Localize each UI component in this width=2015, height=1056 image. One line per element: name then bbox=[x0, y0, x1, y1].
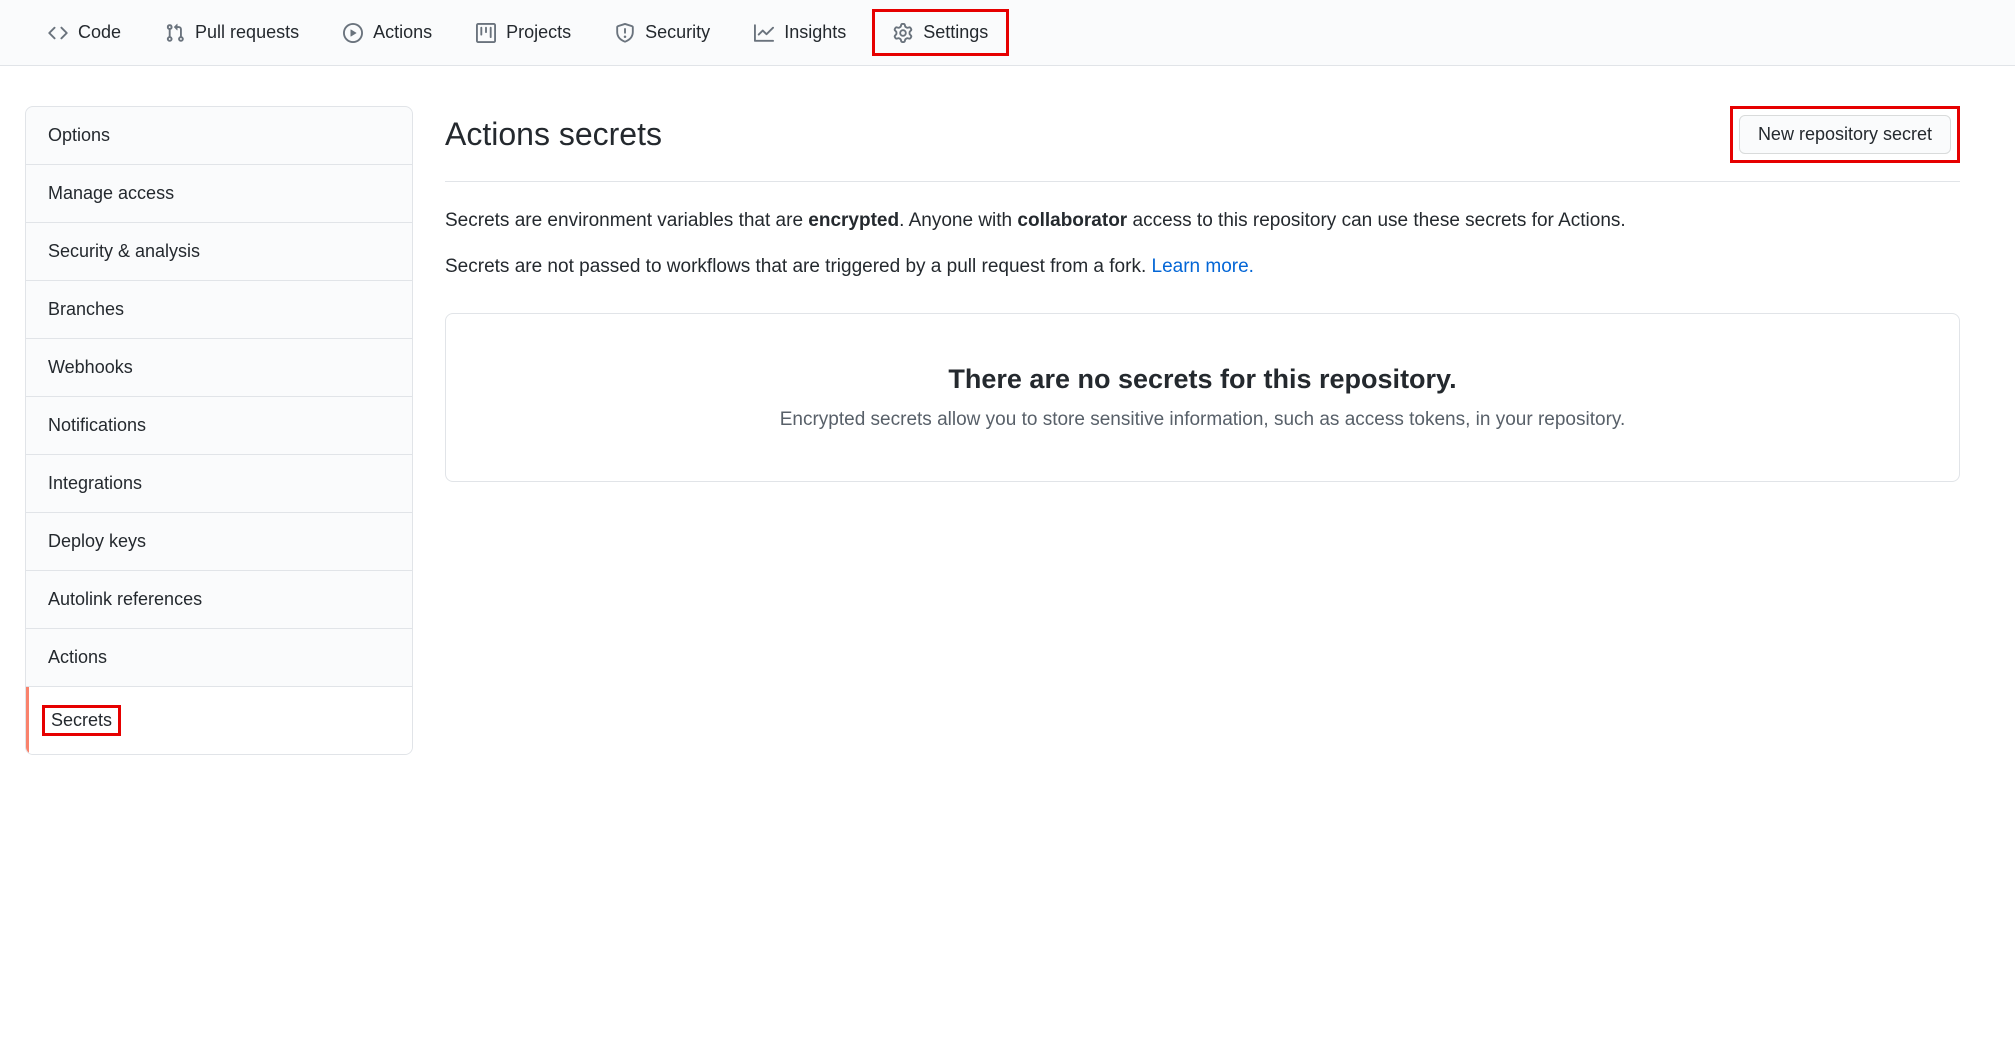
nav-tab-security[interactable]: Security bbox=[597, 12, 728, 53]
sidebar-item-label: Branches bbox=[48, 299, 124, 319]
sidebar-item-secrets[interactable]: Secrets bbox=[26, 687, 412, 754]
play-icon bbox=[343, 23, 363, 43]
sidebar-item-branches[interactable]: Branches bbox=[26, 281, 412, 339]
page-title: Actions secrets bbox=[445, 116, 662, 153]
sidebar-item-label: Autolink references bbox=[48, 589, 202, 609]
nav-label: Insights bbox=[784, 22, 846, 43]
content-header: Actions secrets New repository secret bbox=[445, 106, 1960, 182]
sidebar-item-label: Security & analysis bbox=[48, 241, 200, 261]
nav-label: Code bbox=[78, 22, 121, 43]
nav-tab-actions[interactable]: Actions bbox=[325, 12, 450, 53]
sidebar-item-label: Manage access bbox=[48, 183, 174, 203]
sidebar-item-security-analysis[interactable]: Security & analysis bbox=[26, 223, 412, 281]
sidebar-item-webhooks[interactable]: Webhooks bbox=[26, 339, 412, 397]
sidebar-item-label: Integrations bbox=[48, 473, 142, 493]
nav-label: Settings bbox=[923, 22, 988, 43]
sidebar-item-label: Actions bbox=[48, 647, 107, 667]
nav-tab-settings[interactable]: Settings bbox=[872, 9, 1009, 56]
content: Actions secrets New repository secret Se… bbox=[445, 106, 1990, 755]
new-secret-highlight: New repository secret bbox=[1730, 106, 1960, 163]
sidebar-item-actions[interactable]: Actions bbox=[26, 629, 412, 687]
learn-more-link[interactable]: Learn more. bbox=[1152, 256, 1254, 277]
empty-state-box: There are no secrets for this repository… bbox=[445, 313, 1960, 482]
sidebar-item-deploy-keys[interactable]: Deploy keys bbox=[26, 513, 412, 571]
empty-state-title: There are no secrets for this repository… bbox=[486, 364, 1919, 395]
nav-label: Pull requests bbox=[195, 22, 299, 43]
repo-nav: Code Pull requests Actions Projects Secu… bbox=[0, 0, 2015, 66]
sidebar-item-integrations[interactable]: Integrations bbox=[26, 455, 412, 513]
nav-label: Projects bbox=[506, 22, 571, 43]
sidebar-item-options[interactable]: Options bbox=[26, 107, 412, 165]
sidebar-item-label: Options bbox=[48, 125, 110, 145]
new-repository-secret-button[interactable]: New repository secret bbox=[1739, 115, 1951, 154]
nav-tab-insights[interactable]: Insights bbox=[736, 12, 864, 53]
project-icon bbox=[476, 23, 496, 43]
nav-tab-projects[interactable]: Projects bbox=[458, 12, 589, 53]
sidebar-item-notifications[interactable]: Notifications bbox=[26, 397, 412, 455]
sidebar-item-label: Webhooks bbox=[48, 357, 133, 377]
sidebar-item-manage-access[interactable]: Manage access bbox=[26, 165, 412, 223]
nav-label: Security bbox=[645, 22, 710, 43]
code-icon bbox=[48, 23, 68, 43]
shield-icon bbox=[615, 23, 635, 43]
description-1: Secrets are environment variables that a… bbox=[445, 206, 1960, 236]
main-container: Options Manage access Security & analysi… bbox=[0, 66, 2015, 795]
sidebar-item-label: Deploy keys bbox=[48, 531, 146, 551]
sidebar-item-label: Secrets bbox=[42, 705, 121, 736]
settings-sidebar: Options Manage access Security & analysi… bbox=[25, 106, 413, 755]
empty-state-subtitle: Encrypted secrets allow you to store sen… bbox=[486, 409, 1919, 431]
nav-tab-pull-requests[interactable]: Pull requests bbox=[147, 12, 317, 53]
graph-icon bbox=[754, 23, 774, 43]
description-2: Secrets are not passed to workflows that… bbox=[445, 252, 1960, 282]
gear-icon bbox=[893, 23, 913, 43]
git-pull-request-icon bbox=[165, 23, 185, 43]
sidebar-item-autolink-references[interactable]: Autolink references bbox=[26, 571, 412, 629]
nav-tab-code[interactable]: Code bbox=[30, 12, 139, 53]
nav-label: Actions bbox=[373, 22, 432, 43]
sidebar-item-label: Notifications bbox=[48, 415, 146, 435]
